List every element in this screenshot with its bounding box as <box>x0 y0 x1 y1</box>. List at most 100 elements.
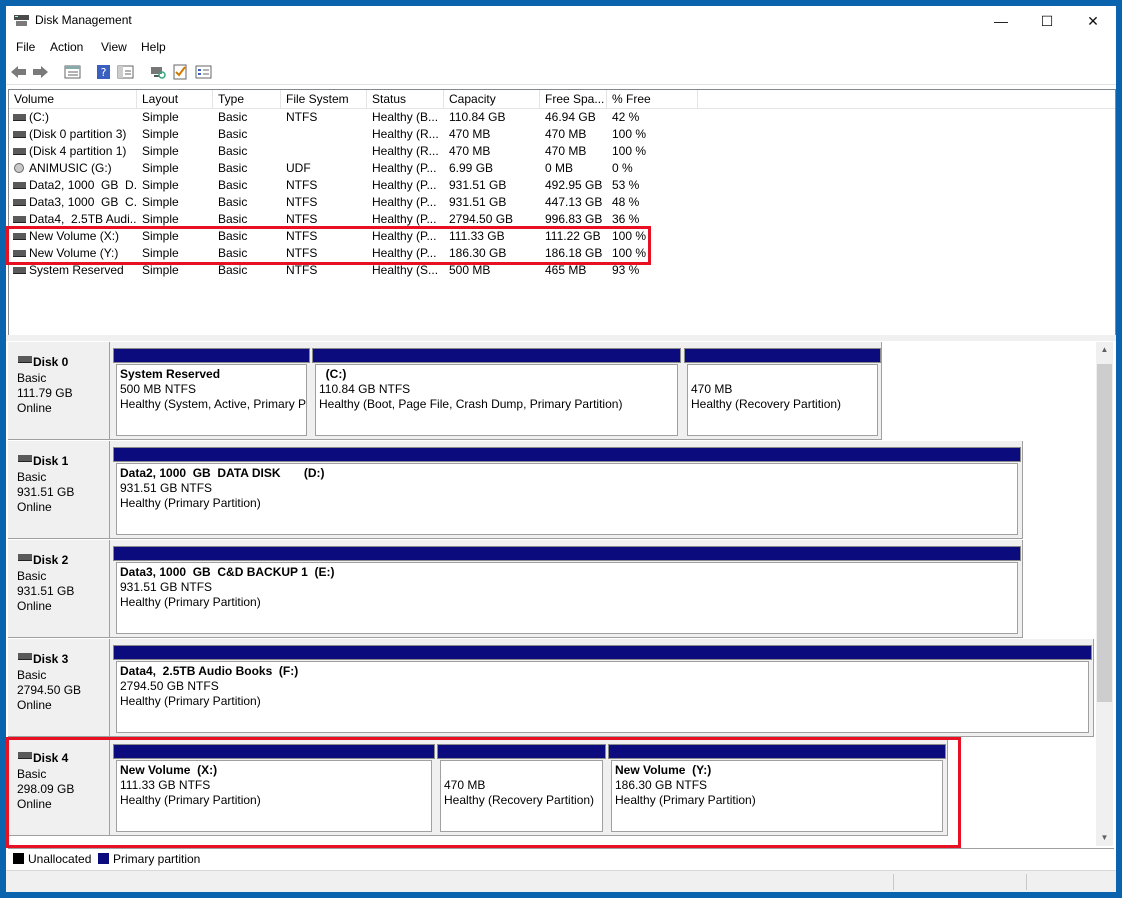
scroll-up-arrow-icon[interactable]: ▲ <box>1096 342 1113 358</box>
menu-help[interactable]: Help <box>141 40 166 54</box>
volume-row[interactable]: ANIMUSIC (G:) Simple Basic UDF Healthy (P...… <box>9 160 709 177</box>
partition-block[interactable]: System Reserved 500 MB NTFS Healthy (Syste… <box>113 348 310 439</box>
disk-kind: Basic <box>17 569 47 583</box>
partition-color-bar <box>608 744 946 759</box>
volume-row[interactable]: Data3, 1000 GB C... Simple Basic NTFS Health… <box>9 194 709 211</box>
partition-body: Data3, 1000 GB C&D BACKUP 1 (E:) 931.51 G… <box>116 562 1018 634</box>
partition-status: Healthy (Primary Partition) <box>120 793 261 807</box>
partition-block[interactable]: Data2, 1000 GB DATA DISK (D:) 931.51 GB N… <box>113 447 1021 538</box>
volume-cell-volume: New Volume (Y:) <box>29 246 119 260</box>
partition-detail: 931.51 GB NTFS <box>120 481 213 495</box>
scrollbar-thumb[interactable] <box>1097 364 1112 702</box>
forward-arrow-icon[interactable] <box>32 64 49 80</box>
scroll-down-arrow-icon[interactable]: ▼ <box>1096 830 1113 846</box>
volume-cell-pct: 100 % <box>612 127 647 141</box>
disk-kind: Basic <box>17 767 47 781</box>
back-arrow-icon[interactable] <box>10 64 27 80</box>
column-header-percent-free[interactable]: % Free <box>607 90 698 108</box>
volume-row[interactable]: (C:) Simple Basic NTFS Healthy (B... 110.84 G… <box>9 109 709 126</box>
partition-block[interactable]: New Volume (Y:) 186.30 GB NTFS Healthy (Pr… <box>608 744 946 835</box>
partition-body: (C:) 110.84 GB NTFS Healthy (Boot, Page Fi… <box>315 364 678 436</box>
column-header-capacity[interactable]: Capacity <box>444 90 540 108</box>
column-header-volume[interactable]: Volume <box>9 90 137 108</box>
pane-splitter[interactable] <box>6 335 1116 341</box>
legend-label-unallocated: Unallocated <box>28 852 92 866</box>
menu-file[interactable]: File <box>16 40 35 54</box>
partition-detail: 186.30 GB NTFS <box>615 778 708 792</box>
column-header-file-system[interactable]: File System <box>281 90 367 108</box>
list-view-icon[interactable] <box>64 64 81 80</box>
connect-icon[interactable] <box>149 64 166 80</box>
partition-body: System Reserved 500 MB NTFS Healthy (Syste… <box>116 364 307 436</box>
volume-row[interactable]: Data2, 1000 GB D... Simple Basic NTFS Health… <box>9 177 709 194</box>
disk-row-0: Disk 0 Basic 111.79 GB Online System Reserve… <box>8 342 1096 441</box>
disk-map: Disk 0 Basic 111.79 GB Online System Reserve… <box>8 342 1114 846</box>
help-icon[interactable]: ? <box>95 64 112 80</box>
volume-cell-volume: (C:) <box>29 110 49 124</box>
volume-cell-capacity: 470 MB <box>449 144 491 158</box>
partition-block[interactable]: New Volume (X:) 111.33 GB NTFS Healthy (Pr… <box>113 744 435 835</box>
volume-row[interactable]: (Disk 4 partition 1) Simple Basic Healthy (… <box>9 143 709 160</box>
volume-cell-type: Basic <box>218 178 248 192</box>
disk-label[interactable]: Disk 1 Basic 931.51 GB Online <box>8 441 110 539</box>
volume-row[interactable]: Data4, 2.5TB Audi... Simple Basic NTFS Healt… <box>9 211 709 228</box>
console-tree-icon[interactable] <box>117 64 134 80</box>
column-header-free-space[interactable]: Free Spa... <box>540 90 607 108</box>
column-header-status[interactable]: Status <box>367 90 444 108</box>
disk-label[interactable]: Disk 4 Basic 298.09 GB Online <box>8 738 110 836</box>
maximize-button[interactable]: ☐ <box>1024 6 1070 36</box>
title-bar[interactable]: Disk Management — ☐ ✕ <box>6 6 1116 36</box>
hard-disk-icon <box>18 653 32 660</box>
volume-cell-layout: Simple <box>142 212 179 226</box>
close-button[interactable]: ✕ <box>1070 6 1116 36</box>
disk-map-scrollbar[interactable]: ▲ ▼ <box>1096 342 1113 846</box>
disk-partition-area: Data3, 1000 GB C&D BACKUP 1 (E:) 931.51 G… <box>110 540 1023 638</box>
volume-cell-free: 0 MB <box>545 161 574 175</box>
disk-label[interactable]: Disk 3 Basic 2794.50 GB Online <box>8 639 110 737</box>
partition-body: Data4, 2.5TB Audio Books (F:) 2794.50 GB … <box>116 661 1089 733</box>
menu-action[interactable]: Action <box>50 40 83 54</box>
volume-cell-volume: Data4, 2.5TB Audi... <box>29 212 137 226</box>
volume-row[interactable]: New Volume (Y:) Simple Basic NTFS Healthy (P… <box>9 245 709 262</box>
volume-cell-pct: 100 % <box>612 229 647 243</box>
partition-block[interactable]: Data4, 2.5TB Audio Books (F:) 2794.50 GB … <box>113 645 1092 736</box>
disk-size: 931.51 GB <box>17 485 75 499</box>
volume-row[interactable]: New Volume (X:) Simple Basic NTFS Healthy (P… <box>9 228 709 245</box>
volume-cell-layout: Simple <box>142 229 179 243</box>
volume-cell-capacity: 500 MB <box>449 263 491 277</box>
volume-cell-volume: (Disk 4 partition 1) <box>29 144 127 158</box>
disk-label[interactable]: Disk 2 Basic 931.51 GB Online <box>8 540 110 638</box>
volume-cell-free: 470 MB <box>545 127 587 141</box>
volume-cell-layout: Simple <box>142 110 179 124</box>
column-header-layout[interactable]: Layout <box>137 90 213 108</box>
partition-block[interactable]: (C:) 110.84 GB NTFS Healthy (Boot, Page Fi… <box>312 348 681 439</box>
disk-row-2: Disk 2 Basic 931.51 GB Online Data3, 1000 GB… <box>8 540 1096 639</box>
svg-text:?: ? <box>101 66 107 79</box>
volume-cell-status: Healthy (R... <box>372 144 439 158</box>
partition-block[interactable]: Data3, 1000 GB C&D BACKUP 1 (E:) 931.51 G… <box>113 546 1021 637</box>
volume-cell-type: Basic <box>218 144 248 158</box>
volume-cell-pct: 100 % <box>612 144 647 158</box>
cd-drive-icon <box>14 163 24 173</box>
volume-cell-free: 465 MB <box>545 263 587 277</box>
legend-label-primary: Primary partition <box>113 852 201 866</box>
volume-cell-status: Healthy (B... <box>372 110 439 124</box>
legend-swatch-unallocated <box>13 853 24 864</box>
hard-disk-icon <box>18 554 32 561</box>
volume-cell-pct: 48 % <box>612 195 640 209</box>
minimize-button[interactable]: — <box>978 6 1024 36</box>
check-icon[interactable] <box>172 64 189 80</box>
volume-cell-free: 470 MB <box>545 144 587 158</box>
partition-block[interactable]: 470 MB Healthy (Recovery Partition) <box>437 744 606 835</box>
partition-color-bar <box>113 645 1092 660</box>
volume-row[interactable]: (Disk 0 partition 3) Simple Basic Healthy (… <box>9 126 709 143</box>
partition-body: Data2, 1000 GB DATA DISK (D:) 931.51 GB N… <box>116 463 1018 535</box>
column-header-type[interactable]: Type <box>213 90 281 108</box>
disk-label[interactable]: Disk 0 Basic 111.79 GB Online <box>8 342 110 440</box>
menu-view[interactable]: View <box>101 40 127 54</box>
disk-management-app-icon <box>14 15 29 26</box>
volume-row[interactable]: System Reserved Simple Basic NTFS Healthy (S… <box>9 262 709 279</box>
properties-icon[interactable] <box>195 64 212 80</box>
partition-block[interactable]: 470 MB Healthy (Recovery Partition) <box>684 348 881 439</box>
volume-cell-status: Healthy (P... <box>372 178 437 192</box>
